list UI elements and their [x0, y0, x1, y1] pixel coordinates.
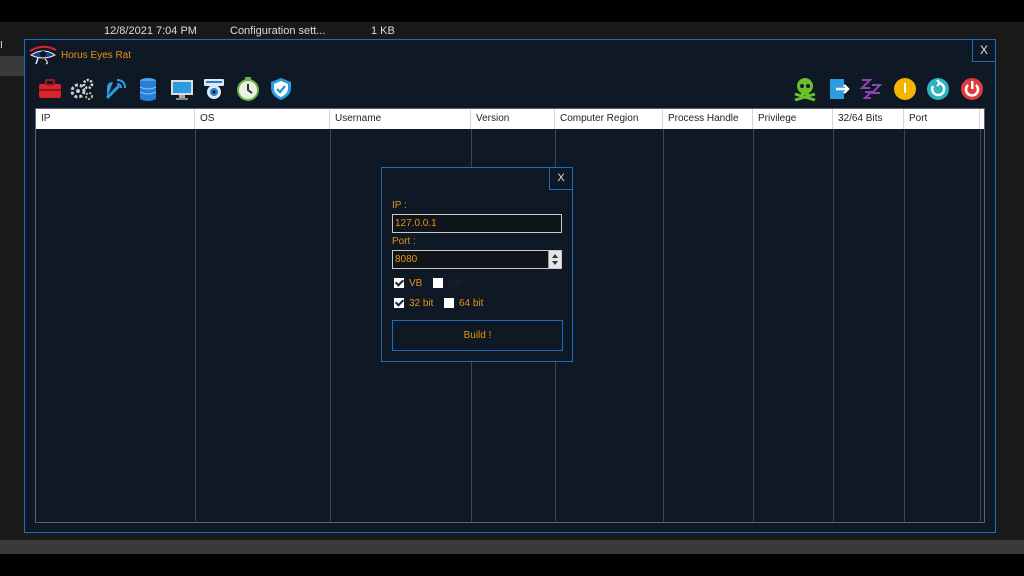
horus-eye-icon — [29, 45, 57, 65]
webcam-icon[interactable] — [201, 76, 227, 102]
spin-down-icon[interactable] — [552, 261, 558, 265]
left-panel-mark: I — [0, 40, 3, 51]
file-size: 1 KB — [371, 25, 395, 37]
grid-header: IP OS Username Version Computer Region P… — [36, 109, 984, 129]
left-panel-selection[interactable] — [0, 56, 26, 76]
column-username[interactable]: Username — [330, 109, 471, 129]
file-type: Configuration sett... — [230, 25, 326, 37]
sleep-zzz-icon[interactable] — [859, 76, 885, 102]
column-process-handle[interactable]: Process Handle — [663, 109, 753, 129]
gears-icon[interactable] — [69, 76, 95, 102]
bit64-label: 64 bit — [459, 298, 484, 309]
window-close-button[interactable]: X — [972, 39, 996, 62]
grid-divider — [663, 129, 664, 522]
spin-up-icon[interactable] — [552, 254, 558, 258]
bit64-checkbox[interactable] — [444, 298, 454, 308]
grid-divider — [330, 129, 331, 522]
monitor-icon[interactable] — [169, 76, 195, 102]
satellite-dish-icon[interactable] — [103, 76, 129, 102]
column-port[interactable]: Port — [904, 109, 980, 129]
cs-checkbox[interactable] — [433, 278, 443, 288]
shield-icon[interactable] — [268, 76, 294, 102]
port-spin-buttons[interactable] — [548, 251, 561, 268]
port-label: Port : — [392, 236, 416, 247]
power-icon[interactable] — [959, 76, 985, 102]
grid-divider — [980, 129, 981, 522]
build-button[interactable]: Build ! — [392, 320, 563, 351]
bit32-checkbox[interactable] — [394, 298, 404, 308]
exit-arrow-icon[interactable] — [826, 76, 852, 102]
toolbox-icon[interactable] — [37, 76, 63, 102]
cs-label: C# — [448, 278, 461, 289]
ip-label: IP : — [392, 200, 407, 211]
window-title: Horus Eyes Rat — [61, 50, 132, 61]
column-version[interactable]: Version — [471, 109, 555, 129]
grid-divider — [195, 129, 196, 522]
column-bits[interactable]: 32/64 Bits — [833, 109, 904, 129]
file-date: 12/8/2021 7:04 PM — [104, 25, 197, 37]
grid-divider — [753, 129, 754, 522]
explorer-status-bar — [0, 540, 1024, 554]
column-ip[interactable]: IP — [36, 109, 195, 129]
grid-divider — [904, 129, 905, 522]
column-computer-region[interactable]: Computer Region — [555, 109, 663, 129]
bit32-label: 32 bit — [409, 298, 434, 309]
vb-checkbox[interactable] — [394, 278, 404, 288]
dialog-close-button[interactable]: X — [549, 167, 573, 190]
info-icon[interactable] — [892, 76, 918, 102]
grid-divider — [833, 129, 834, 522]
skull-icon[interactable] — [792, 76, 818, 102]
vb-label: VB — [409, 278, 423, 289]
port-stepper[interactable]: 8080 — [392, 250, 562, 269]
database-icon[interactable] — [135, 76, 161, 102]
file-row[interactable]: 12/8/2021 7:04 PM Configuration sett... … — [0, 22, 1024, 40]
ip-input[interactable] — [392, 214, 562, 233]
port-value: 8080 — [395, 254, 418, 265]
column-os[interactable]: OS — [195, 109, 330, 129]
clock-icon[interactable] — [235, 76, 261, 102]
restart-icon[interactable] — [925, 76, 951, 102]
builder-dialog: X IP : Port : 8080 VB C# 32 bit 64 bit B… — [381, 167, 573, 362]
column-privilege[interactable]: Privilege — [753, 109, 833, 129]
